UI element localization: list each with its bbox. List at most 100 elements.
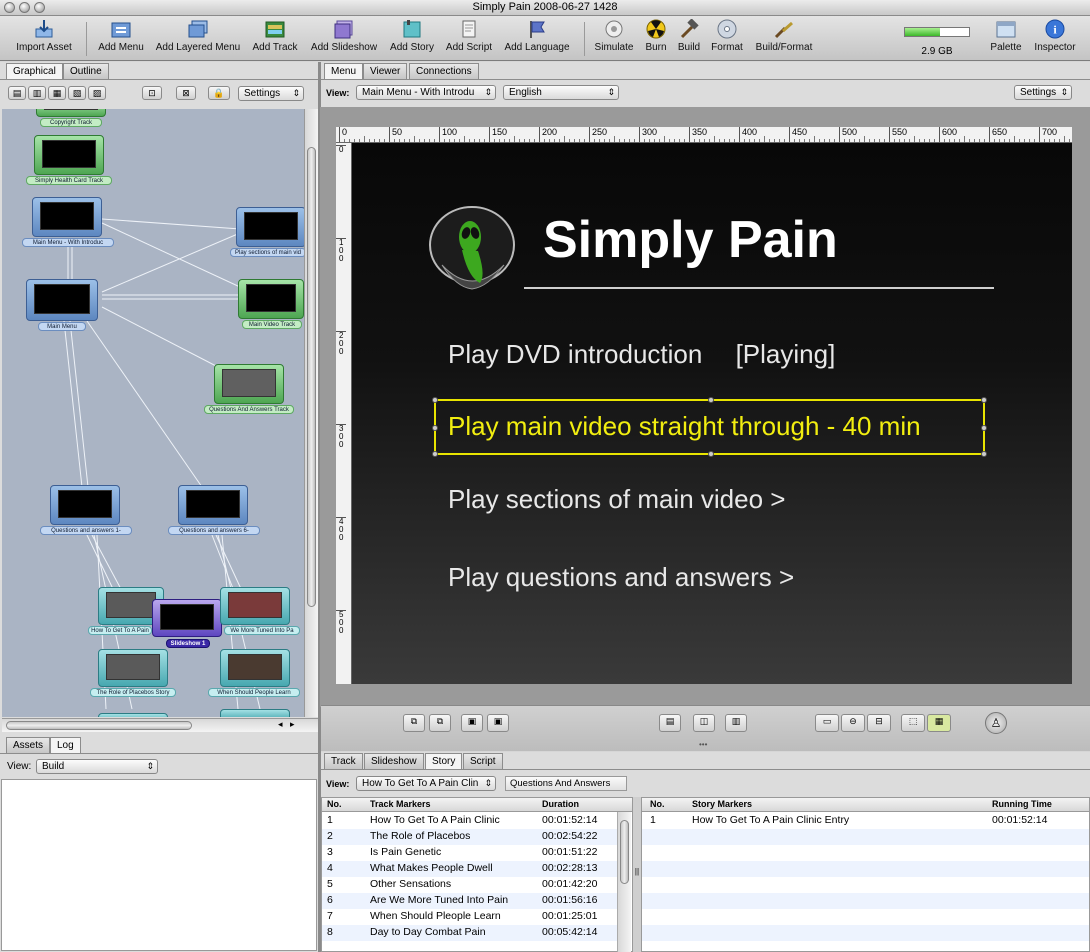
add-language-button[interactable]: Add Language xyxy=(500,19,574,59)
col-track-markers[interactable]: Track Markers xyxy=(370,798,431,811)
tab-menu[interactable]: Menu xyxy=(324,63,364,80)
motion-button[interactable]: ◫ xyxy=(693,714,715,732)
graph-node-partial[interactable] xyxy=(220,709,290,717)
button-shape-3[interactable]: ⊟ xyxy=(867,714,891,732)
menu-button-questions[interactable]: Play questions and answers > xyxy=(448,562,794,593)
add-layered-menu-icon xyxy=(187,19,209,39)
distribute-button[interactable]: ▣ xyxy=(461,714,483,732)
graph-node-partial[interactable] xyxy=(98,713,168,717)
tab-story[interactable]: Story xyxy=(425,753,463,770)
build-button[interactable]: Build xyxy=(674,18,704,59)
bring-forward-button[interactable]: ⧉ xyxy=(429,714,451,732)
menu-button-dvd-intro[interactable]: Play DVD introduction [Playing] xyxy=(448,339,835,370)
menu-view-popup[interactable]: Main Menu - With Introdu xyxy=(356,85,496,100)
minimize-window-button[interactable] xyxy=(19,2,30,13)
show-grid-button[interactable]: ▦ xyxy=(927,714,951,732)
simulate-button[interactable]: Simulate xyxy=(590,19,638,59)
story-marker-row[interactable]: 1 How To Get To A Pain Clinic Entry 00:01:… xyxy=(642,813,1089,829)
scroll-right-arrow-icon[interactable]: ▸ xyxy=(290,719,295,730)
arrange-button[interactable]: ⊠ xyxy=(176,86,196,100)
story-marker-row[interactable] xyxy=(642,877,1089,893)
story-marker-row[interactable] xyxy=(642,909,1089,925)
col-story-markers[interactable]: Story Markers xyxy=(692,798,752,811)
graph-canvas[interactable]: Copyright Track Simply Health Card Track… xyxy=(2,109,304,717)
graph-horizontal-scrollbar[interactable]: ◂ ▸ xyxy=(2,718,320,732)
burn-button[interactable]: Burn xyxy=(640,19,672,59)
dvd-menu-preview[interactable]: Simply Pain Play DVD introduction [Playi… xyxy=(352,143,1072,684)
graph-settings-popup[interactable]: Settings xyxy=(238,86,304,101)
track-markers-scroll-thumb[interactable] xyxy=(620,820,629,884)
track-marker-row[interactable]: 2 The Role of Placebos 00:02:54:22 xyxy=(322,829,618,845)
tab-viewer[interactable]: Viewer xyxy=(363,63,408,79)
inspector-button[interactable]: i Inspector xyxy=(1030,19,1080,59)
accessibility-icon[interactable]: ♙ xyxy=(985,712,1007,734)
fit-view-button[interactable]: ⊡ xyxy=(142,86,162,100)
language-popup[interactable]: English xyxy=(503,85,619,100)
graph-scroll-thumb[interactable] xyxy=(307,147,316,607)
button-shape-1[interactable]: ▭ xyxy=(815,714,839,732)
track-marker-row[interactable]: 3 Is Pain Genetic 00:01:51:22 xyxy=(322,845,618,861)
add-track-button[interactable]: Add Track xyxy=(248,19,302,59)
cell-no: 4 xyxy=(327,862,333,874)
format-button[interactable]: Format xyxy=(708,19,746,59)
story-track-popup[interactable]: How To Get To A Pain Clin xyxy=(356,776,496,791)
table-splitter[interactable]: || xyxy=(633,797,641,952)
tab-connections[interactable]: Connections xyxy=(409,63,479,79)
title-safe-button[interactable]: ⬚ xyxy=(901,714,925,732)
story-marker-row[interactable] xyxy=(642,941,1089,951)
show-layers-button[interactable]: ▥ xyxy=(725,714,747,732)
view-mode-3-button[interactable]: ▦ xyxy=(48,86,66,100)
close-window-button[interactable] xyxy=(4,2,15,13)
add-script-button[interactable]: Add Script xyxy=(442,19,496,59)
story-marker-row[interactable] xyxy=(642,925,1089,941)
view-mode-4-button[interactable]: ▧ xyxy=(68,86,86,100)
tab-log[interactable]: Log xyxy=(50,737,81,754)
tab-graphical[interactable]: Graphical xyxy=(6,63,63,80)
track-marker-row[interactable]: 5 Other Sensations 00:01:42:20 xyxy=(322,877,618,893)
tab-assets[interactable]: Assets xyxy=(6,737,51,753)
track-marker-row[interactable]: 7 When Should Pleople Learn 00:01:25:01 xyxy=(322,909,618,925)
palette-button[interactable]: Palette xyxy=(986,19,1026,59)
zoom-window-button[interactable] xyxy=(34,2,45,13)
add-slideshow-button[interactable]: Add Slideshow xyxy=(306,19,382,59)
add-layered-menu-button[interactable]: Add Layered Menu xyxy=(152,19,244,59)
import-asset-button[interactable]: Import Asset xyxy=(8,19,80,59)
button-shape-2[interactable]: ⊖ xyxy=(841,714,865,732)
tab-script[interactable]: Script xyxy=(463,753,503,769)
col-no[interactable]: No. xyxy=(650,798,665,811)
add-submenu-button[interactable]: ▤ xyxy=(659,714,681,732)
align-button[interactable]: ▣ xyxy=(487,714,509,732)
story-marker-row[interactable] xyxy=(642,861,1089,877)
tab-slideshow[interactable]: Slideshow xyxy=(364,753,424,769)
scroll-left-arrow-icon[interactable]: ◂ xyxy=(278,719,283,730)
track-marker-row[interactable]: 6 Are We More Tuned Into Pain 00:01:56:16 xyxy=(322,893,618,909)
view-mode-1-button[interactable]: ▤ xyxy=(8,86,26,100)
view-mode-2-button[interactable]: ▥ xyxy=(28,86,46,100)
add-menu-button[interactable]: Add Menu xyxy=(94,19,148,59)
splitter-grip[interactable]: ••• xyxy=(699,740,707,749)
col-running-time[interactable]: Running Time xyxy=(992,798,1052,811)
add-story-button[interactable]: Add Story xyxy=(384,19,440,59)
tab-outline[interactable]: Outline xyxy=(63,63,109,79)
track-marker-row[interactable]: 4 What Makes People Dwell 00:02:28:13 xyxy=(322,861,618,877)
col-duration[interactable]: Duration xyxy=(542,798,579,811)
story-marker-row[interactable] xyxy=(642,893,1089,909)
track-markers-scrollbar[interactable] xyxy=(617,812,631,952)
graph-hscroll-thumb[interactable] xyxy=(6,721,192,730)
menu-button-main-video[interactable]: Play main video straight through - 40 mi… xyxy=(448,411,921,442)
story-marker-row[interactable] xyxy=(642,845,1089,861)
track-marker-row[interactable]: 8 Day to Day Combat Pain 00:05:42:14 xyxy=(322,925,618,941)
log-view-popup[interactable]: Build xyxy=(36,759,158,774)
build-format-button[interactable]: Build/Format xyxy=(750,19,818,59)
lock-icon[interactable]: 🔒 xyxy=(208,86,230,100)
view-mode-5-button[interactable]: ▨ xyxy=(88,86,106,100)
story-name-field[interactable]: Questions And Answers xyxy=(505,776,627,791)
tab-track[interactable]: Track xyxy=(324,753,363,769)
story-marker-row[interactable] xyxy=(642,829,1089,845)
menu-settings-popup[interactable]: Settings xyxy=(1014,85,1072,100)
menu-button-sections[interactable]: Play sections of main video > xyxy=(448,484,785,515)
send-backward-button[interactable]: ⧉ xyxy=(403,714,425,732)
col-no[interactable]: No. xyxy=(327,798,342,811)
graph-vertical-scrollbar[interactable] xyxy=(304,109,318,717)
track-marker-row[interactable]: 1 How To Get To A Pain Clinic 00:01:52:14 xyxy=(322,813,618,829)
